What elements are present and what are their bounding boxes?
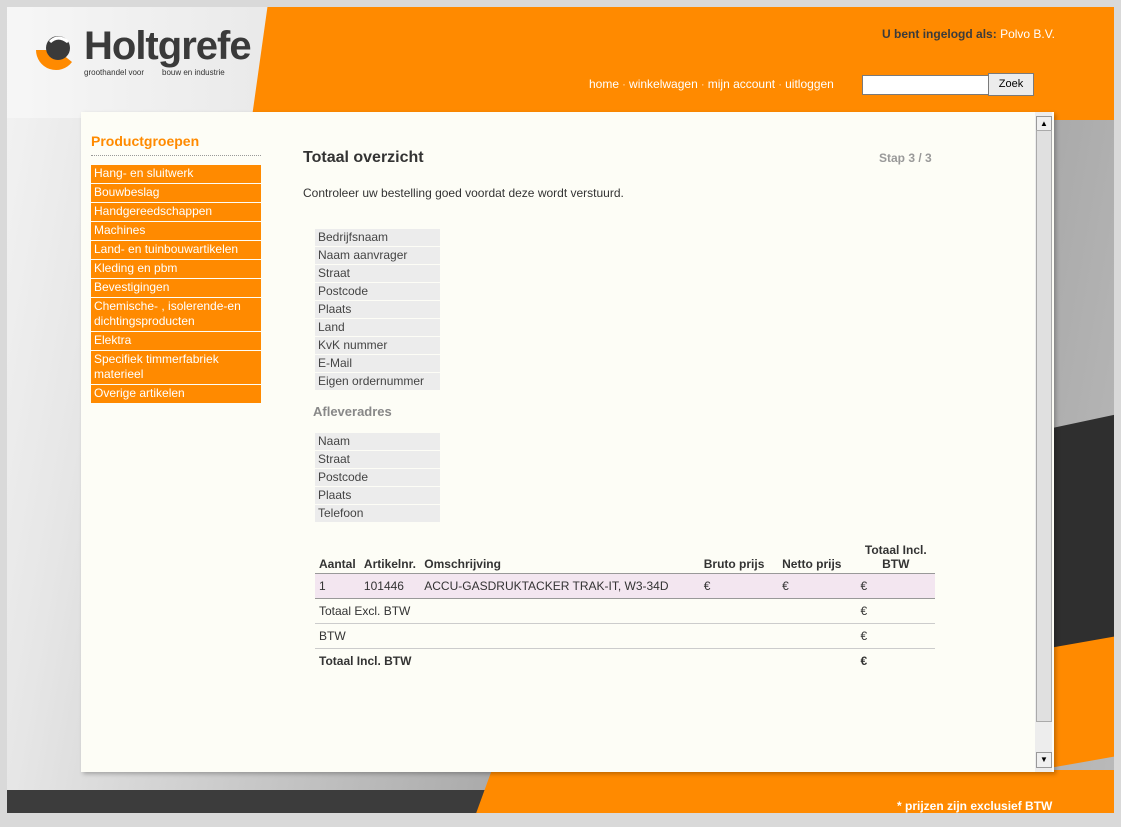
- table-row: 1 101446 ACCU-GASDRUKTACKER TRAK-IT, W3-…: [315, 573, 935, 599]
- nav-separator: ·: [778, 77, 783, 91]
- nav-separator: ·: [622, 77, 627, 91]
- column-header-qty: Aantal: [319, 557, 356, 571]
- nav-home-link[interactable]: home: [589, 77, 619, 91]
- column-header-total: Totaal Incl. BTW: [864, 543, 927, 571]
- field-label: Postcode: [315, 283, 440, 300]
- summary-row-excl-btw: Totaal Excl. BTW €: [315, 598, 935, 624]
- sidebar-title: Productgroepen: [91, 133, 200, 149]
- login-status: U bent ingelogd als: Polvo B.V.: [882, 27, 1055, 41]
- login-label: U bent ingelogd als:: [882, 27, 997, 41]
- nav-logout-link[interactable]: uitloggen: [785, 77, 834, 91]
- cell-qty: 1: [315, 573, 360, 599]
- summary-value: €: [856, 598, 935, 624]
- cell-netto: €: [778, 573, 857, 599]
- sidebar-item-bevestigingen[interactable]: Bevestigingen: [91, 279, 261, 298]
- page-title: Totaal overzicht: [303, 149, 424, 166]
- field-label: Plaats: [315, 487, 440, 504]
- brand-tagline-left: groothandel voor: [84, 68, 145, 77]
- field-label: Telefoon: [315, 505, 440, 522]
- sidebar-item-elektra[interactable]: Elektra: [91, 332, 261, 351]
- sidebar-divider: [91, 155, 261, 156]
- column-header-bruto: Bruto prijs: [703, 557, 765, 571]
- nav-separator: ·: [700, 77, 705, 91]
- footer-note: * prijzen zijn exclusief BTW: [897, 799, 1053, 813]
- sidebar-item-overige[interactable]: Overige artikelen: [91, 385, 261, 404]
- summary-value: €: [856, 648, 935, 673]
- intro-text: Controleer uw bestelling goed voordat de…: [303, 186, 624, 200]
- column-header-netto: Netto prijs: [782, 557, 842, 571]
- summary-value: €: [856, 623, 935, 649]
- column-header-description: Omschrijving: [424, 557, 501, 571]
- summary-label: Totaal Excl. BTW: [315, 598, 857, 624]
- field-label: E-Mail: [315, 355, 440, 372]
- order-table: Aantal Artikelnr. Omschrijving Bruto pri…: [315, 541, 935, 673]
- field-label: Naam aanvrager: [315, 247, 440, 264]
- cell-bruto: €: [699, 573, 779, 599]
- brand-name: Holtgrefe: [84, 24, 252, 68]
- field-label: Naam: [315, 433, 440, 450]
- summary-label: BTW: [315, 623, 857, 649]
- cell-total: €: [856, 573, 935, 599]
- field-label: KvK nummer: [315, 337, 440, 354]
- sidebar-item-kleding[interactable]: Kleding en pbm: [91, 260, 261, 279]
- sidebar-item-handgereedschappen[interactable]: Handgereedschappen: [91, 203, 261, 222]
- scroll-down-icon[interactable]: ▼: [1036, 752, 1052, 768]
- sidebar-item-land-en-tuinbouw[interactable]: Land- en tuinbouwartikelen: [91, 241, 261, 260]
- vertical-scrollbar[interactable]: ▲ ▼: [1035, 112, 1052, 772]
- holtgrefe-logo[interactable]: Holtgrefe groothandel voor bouw en indus…: [32, 22, 252, 82]
- field-label: Bedrijfsnaam: [315, 229, 440, 246]
- top-navigation: home · winkelwagen · mijn account · uitloggen: [589, 77, 834, 91]
- summary-row-incl-btw: Totaal Incl. BTW €: [315, 648, 935, 673]
- field-label: Straat: [315, 451, 440, 468]
- company-fields: Bedrijfsnaam Naam aanvrager Straat Postc…: [315, 229, 440, 391]
- search-input[interactable]: [862, 75, 990, 95]
- summary-row-btw: BTW €: [315, 623, 935, 649]
- cell-article: 101446: [359, 573, 421, 599]
- column-header-article: Artikelnr.: [363, 557, 416, 571]
- delivery-heading: Afleveradres: [313, 404, 392, 419]
- delivery-fields: Naam Straat Postcode Plaats Telefoon: [315, 433, 440, 523]
- sidebar-item-timmerfabriek[interactable]: Specifiek timmerfabriek materieel: [91, 351, 261, 385]
- sidebar-menu: Hang- en sluitwerk Bouwbeslag Handgereed…: [91, 165, 261, 404]
- login-user: Polvo B.V.: [1000, 27, 1055, 41]
- scroll-thumb[interactable]: [1036, 130, 1052, 722]
- sidebar-item-machines[interactable]: Machines: [91, 222, 261, 241]
- brand-tagline-right: bouw en industrie: [162, 68, 225, 77]
- field-label: Postcode: [315, 469, 440, 486]
- step-indicator: Stap 3 / 3: [879, 151, 932, 165]
- summary-label: Totaal Incl. BTW: [315, 648, 857, 673]
- field-label: Land: [315, 319, 440, 336]
- logo-icon: [36, 36, 72, 70]
- sidebar-item-bouwbeslag[interactable]: Bouwbeslag: [91, 184, 261, 203]
- sidebar-item-hang-en-sluitwerk[interactable]: Hang- en sluitwerk: [91, 165, 261, 184]
- cell-description: ACCU-GASDRUKTACKER TRAK-IT, W3-34D: [420, 573, 700, 599]
- field-label: Eigen ordernummer: [315, 373, 440, 390]
- field-label: Straat: [315, 265, 440, 282]
- sidebar-item-chemische[interactable]: Chemische- , isolerende-en dichtingsprod…: [91, 298, 261, 332]
- search-button[interactable]: Zoek: [988, 73, 1034, 96]
- nav-account-link[interactable]: mijn account: [708, 77, 775, 91]
- field-label: Plaats: [315, 301, 440, 318]
- nav-cart-link[interactable]: winkelwagen: [629, 77, 698, 91]
- table-header-row: Aantal Artikelnr. Omschrijving Bruto pri…: [315, 541, 935, 574]
